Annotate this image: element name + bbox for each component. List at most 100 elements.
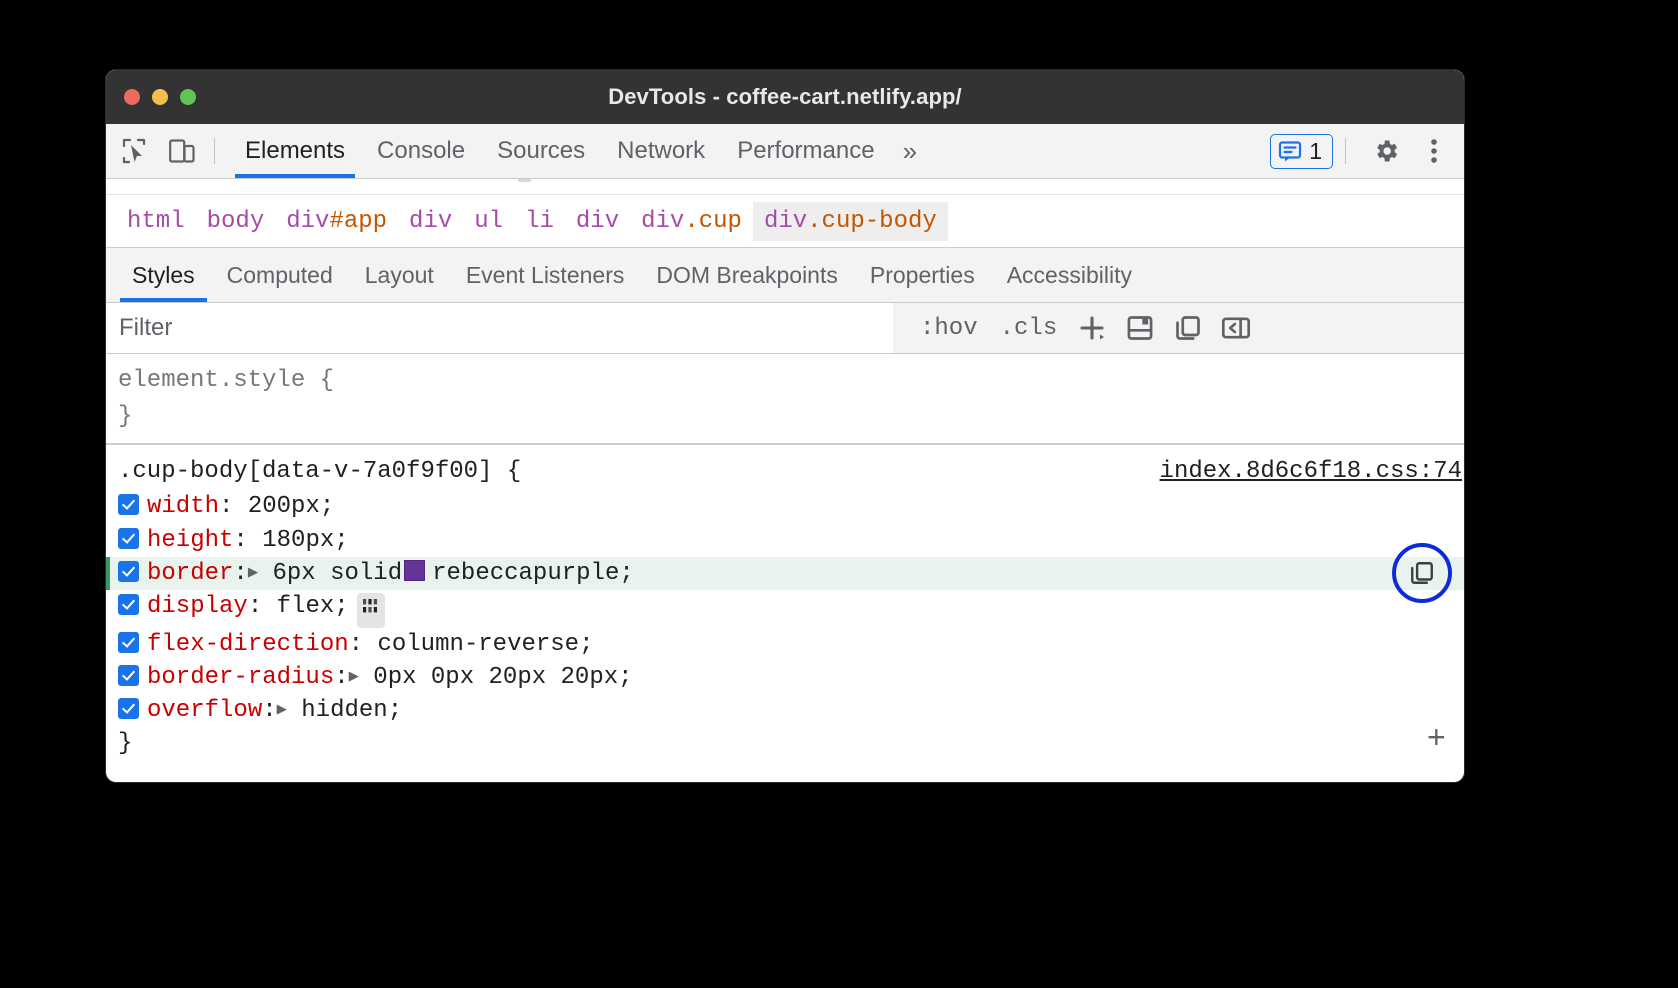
filter-actions-group: :hov .cls (893, 306, 1258, 350)
toggle-element-state-button[interactable]: :hov (911, 311, 987, 346)
breadcrumb-item-div[interactable]: div (398, 202, 463, 241)
devtools-window: DevTools - coffee-cart.netlify.app/ Elem… (106, 70, 1464, 782)
tab-layout[interactable]: Layout (349, 248, 450, 302)
declaration-border: border:▶ 6px solidrebeccapurple; (106, 557, 1464, 590)
toolbar-divider-2 (1345, 138, 1346, 164)
filter-input[interactable] (106, 303, 893, 353)
declaration-property[interactable]: flex-direction (147, 631, 349, 658)
tab-sources[interactable]: Sources (481, 124, 601, 178)
breadcrumb-item-ul[interactable]: ul (463, 202, 514, 241)
dom-tree-scroll-sliver[interactable]: <li data-v-cca000c0>…</li> (106, 179, 1464, 195)
tab-performance-label: Performance (737, 137, 874, 165)
expand-shorthand-triangle-icon[interactable]: ▶ (349, 666, 359, 689)
breadcrumb-item-html[interactable]: html (116, 202, 196, 241)
styles-filter-toolbar: :hov .cls (106, 303, 1464, 354)
declaration-property[interactable]: width (147, 493, 219, 520)
declaration-checkbox[interactable] (118, 665, 139, 686)
tab-elements-label: Elements (245, 137, 345, 165)
device-toolbar-icon[interactable] (162, 131, 202, 171)
breadcrumb-item-li[interactable]: li (514, 202, 565, 241)
tab-network-label: Network (617, 137, 705, 165)
tab-dom-breakpoints-label: DOM Breakpoints (656, 262, 838, 289)
dom-attribute: data-v-cca000c0 (304, 179, 506, 186)
declaration-property[interactable]: display (147, 593, 248, 620)
tab-computed-label: Computed (227, 262, 333, 289)
declaration-checkbox[interactable] (118, 698, 139, 719)
tab-accessibility-label: Accessibility (1007, 262, 1132, 289)
dom-tree-row-partial[interactable]: <li data-v-cca000c0>…</li> (266, 179, 594, 186)
expand-shorthand-triangle-icon[interactable]: ▶ (248, 562, 258, 585)
inspect-cursor-icon[interactable] (114, 131, 154, 171)
declaration-value[interactable]: 6px solid (272, 560, 402, 587)
breadcrumb-tag: div (409, 208, 452, 235)
declaration-height: height: 180px; (106, 524, 1464, 557)
tab-event-listeners-label: Event Listeners (466, 262, 625, 289)
declaration-property[interactable]: border (147, 560, 233, 587)
declaration-value[interactable]: hidden; (301, 697, 402, 724)
breadcrumb-class: #app (329, 208, 387, 235)
more-tabs-chevron-icon[interactable]: » (891, 136, 929, 167)
dom-tag-name: li (279, 179, 304, 186)
declaration-checkbox[interactable] (118, 561, 139, 582)
toolbar-right-group: 1 (1270, 131, 1464, 171)
expand-shorthand-triangle-icon[interactable]: ▶ (277, 699, 287, 722)
declaration-property[interactable]: height (147, 527, 233, 554)
tab-styles[interactable]: Styles (116, 248, 211, 302)
tab-event-listeners[interactable]: Event Listeners (450, 248, 641, 302)
toggle-class-button[interactable]: .cls (991, 311, 1067, 346)
declaration-flex-direction: flex-direction: column-reverse; (106, 628, 1464, 661)
dom-close-bracket: > (505, 179, 518, 186)
tab-properties[interactable]: Properties (854, 248, 991, 302)
declaration-display: display: flex; (106, 590, 1464, 628)
toggle-sidebar-icon[interactable] (1214, 306, 1258, 350)
declaration-value[interactable]: 0px 0px 20px 20px; (373, 664, 632, 691)
declaration-value[interactable]: 200px; (248, 493, 334, 520)
breadcrumb-tag: body (207, 208, 265, 235)
window-title: DevTools - coffee-cart.netlify.app/ (106, 84, 1464, 110)
breadcrumb-item-div-cup[interactable]: div.cup (630, 202, 753, 241)
copy-all-icon[interactable] (1166, 306, 1210, 350)
tab-console[interactable]: Console (361, 124, 481, 178)
tab-accessibility[interactable]: Accessibility (991, 248, 1148, 302)
issues-button[interactable]: 1 (1270, 134, 1333, 169)
breadcrumb: html body div#app div ul li div div.cup … (106, 195, 1464, 248)
styles-pane: element.style { } .cup-body[data-v-7a0f9… (106, 354, 1464, 762)
css-rule-cup-body: .cup-body[data-v-7a0f9f00] { index.8d6c6… (106, 445, 1464, 762)
tab-computed[interactable]: Computed (211, 248, 349, 302)
breadcrumb-item-div-2[interactable]: div (565, 202, 630, 241)
rule-source-link[interactable]: index.8d6c6f18.css:74 (1160, 454, 1462, 490)
tab-network[interactable]: Network (601, 124, 721, 178)
breadcrumb-item-div-app[interactable]: div#app (275, 202, 398, 241)
declaration-value[interactable]: column-reverse; (377, 631, 593, 658)
declaration-checkbox[interactable] (118, 632, 139, 653)
breadcrumb-tag: li (525, 208, 554, 235)
breadcrumb-item-div-cup-body[interactable]: div.cup-body (753, 202, 948, 241)
breadcrumb-tag: div (764, 208, 807, 235)
issues-message-icon (1278, 139, 1302, 163)
add-declaration-plus-icon[interactable]: + (1427, 724, 1446, 756)
declaration-checkbox[interactable] (118, 594, 139, 615)
kebab-menu-icon[interactable] (1414, 131, 1454, 171)
tab-elements[interactable]: Elements (229, 124, 361, 178)
tab-performance[interactable]: Performance (721, 124, 890, 178)
toolbar-divider (214, 138, 215, 164)
gear-icon[interactable] (1366, 131, 1406, 171)
rule-selector[interactable]: .cup-body[data-v-7a0f9f00] { (118, 458, 521, 485)
breadcrumb-tag: html (127, 208, 185, 235)
declaration-value[interactable]: 180px; (262, 527, 348, 554)
element-style-selector[interactable]: element.style { (118, 363, 1464, 399)
plus-new-style-rule-icon[interactable] (1070, 306, 1114, 350)
tab-dom-breakpoints[interactable]: DOM Breakpoints (640, 248, 854, 302)
dom-ellipsis-toggle[interactable]: … (518, 179, 531, 182)
declaration-checkbox[interactable] (118, 528, 139, 549)
declaration-overflow: overflow:▶ hidden; (106, 694, 1464, 727)
declaration-property[interactable]: border-radius (147, 664, 334, 691)
color-swatch-rebeccapurple[interactable] (404, 560, 425, 581)
declaration-value[interactable]: flex; (277, 593, 349, 620)
print-preview-icon[interactable] (1118, 306, 1162, 350)
flex-badge-icon[interactable] (357, 593, 385, 628)
breadcrumb-item-body[interactable]: body (196, 202, 276, 241)
declaration-value-color[interactable]: rebeccapurple; (432, 560, 634, 587)
declaration-property[interactable]: overflow (147, 697, 262, 724)
declaration-checkbox[interactable] (118, 494, 139, 515)
